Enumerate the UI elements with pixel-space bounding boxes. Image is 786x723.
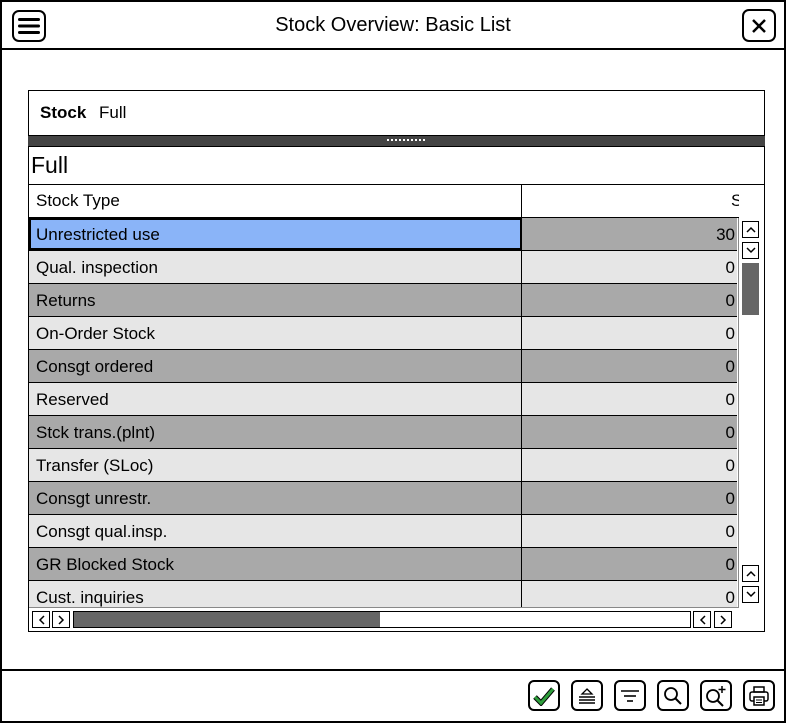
splitter-grip-icon — [387, 139, 425, 143]
table-row[interactable]: GR Blocked Stock 0 — [29, 548, 737, 581]
horizontal-scroll-track[interactable] — [73, 611, 691, 628]
horizontal-scrollbar[interactable] — [29, 607, 739, 631]
column-header-quantity[interactable]: S — [523, 185, 739, 217]
table-row[interactable]: Transfer (SLoc) 0 — [29, 449, 737, 482]
stock-overview-window: Stock Overview: Basic List Stock Full Fu… — [0, 0, 786, 723]
chevron-right-icon — [719, 614, 726, 625]
cell-stock-type[interactable]: Consgt unrestr. — [29, 482, 522, 514]
cell-stock-type[interactable]: On-Order Stock — [29, 317, 522, 349]
printer-icon — [749, 685, 769, 706]
divider — [2, 669, 784, 671]
cell-quantity[interactable]: 0 — [523, 449, 737, 481]
cell-quantity[interactable]: 0 — [523, 383, 737, 415]
stock-label: Stock — [40, 103, 87, 122]
table-row[interactable]: Reserved 0 — [29, 383, 737, 416]
cell-quantity[interactable]: 0 — [523, 350, 737, 382]
chevron-down-icon — [745, 591, 756, 598]
cell-quantity[interactable]: 30 — [523, 218, 737, 250]
search-icon — [664, 686, 682, 705]
expand-icon — [579, 687, 595, 704]
stock-value: Full — [99, 103, 127, 122]
page-left-button[interactable] — [693, 611, 711, 628]
table-body: Unrestricted use 30 Qual. inspection 0 Retur… — [29, 218, 737, 607]
cell-quantity[interactable]: 0 — [523, 317, 737, 349]
vertical-scrollbar[interactable] — [738, 218, 762, 607]
cell-stock-type[interactable]: Stck trans.(plnt) — [29, 416, 522, 448]
cell-quantity[interactable]: 0 — [523, 251, 737, 283]
print-button[interactable] — [743, 680, 775, 711]
search-plus-icon — [706, 685, 726, 707]
stock-table-panel: Full Stock Type S Unrestricted use30Qual… — [28, 146, 765, 632]
chevron-up-icon — [745, 570, 756, 577]
cell-quantity[interactable]: 0 — [523, 416, 737, 448]
table-row[interactable]: Returns 0 — [29, 284, 737, 317]
table-row[interactable]: Qual. inspection 0 — [29, 251, 737, 284]
checkmark-icon — [533, 686, 555, 706]
cell-quantity[interactable]: 0 — [523, 581, 737, 607]
cell-stock-type[interactable]: Cust. inquiries — [29, 581, 522, 607]
table-row[interactable]: Consgt unrestr. 0 — [29, 482, 737, 515]
cell-quantity[interactable]: 0 — [523, 284, 737, 316]
chevron-left-icon — [699, 614, 706, 625]
page-up-button[interactable] — [742, 565, 759, 582]
cell-stock-type[interactable]: Consgt qual.insp. — [29, 515, 522, 547]
chevron-up-icon — [745, 226, 756, 233]
find-next-button[interactable] — [700, 680, 732, 711]
cell-quantity[interactable]: 0 — [523, 515, 737, 547]
chevron-left-icon — [38, 614, 45, 625]
panel-splitter[interactable] — [28, 136, 765, 146]
expand-button[interactable] — [571, 680, 603, 711]
table-row[interactable]: On-Order Stock 0 — [29, 317, 737, 350]
cell-quantity[interactable]: 0 — [523, 548, 737, 580]
table-row[interactable]: Cust. inquiries 0 — [29, 581, 737, 607]
cell-stock-type[interactable]: Returns — [29, 284, 522, 316]
page-down-button[interactable] — [742, 586, 759, 603]
scroll-right-button[interactable] — [52, 611, 70, 628]
table-row[interactable]: Unrestricted use 30 — [29, 218, 737, 251]
scroll-left-button[interactable] — [32, 611, 50, 628]
window-title: Stock Overview: Basic List — [275, 14, 511, 36]
panel-title: Full — [31, 152, 69, 178]
chevron-right-icon — [57, 614, 64, 625]
table-row[interactable]: Consgt qual.insp. 0 — [29, 515, 737, 548]
cell-quantity[interactable]: 0 — [523, 482, 737, 514]
table-row[interactable]: Stck trans.(plnt) 0 — [29, 416, 737, 449]
cell-stock-type[interactable]: Transfer (SLoc) — [29, 449, 522, 481]
page-right-button[interactable] — [714, 611, 732, 628]
scroll-down-button[interactable] — [742, 242, 759, 259]
filter-button[interactable] — [614, 680, 646, 711]
scroll-up-button[interactable] — [742, 221, 759, 238]
filter-icon — [621, 689, 639, 702]
cell-stock-type[interactable]: Reserved — [29, 383, 522, 415]
column-header-stock-type[interactable]: Stock Type — [29, 185, 522, 217]
vertical-scroll-thumb[interactable] — [742, 263, 759, 315]
stock-info-box: Stock Full — [28, 90, 765, 136]
table-row[interactable]: Consgt ordered 0 — [29, 350, 737, 383]
close-x-icon — [752, 18, 766, 33]
title-bar: Stock Overview: Basic List — [2, 2, 784, 50]
confirm-button[interactable] — [528, 680, 560, 711]
chevron-down-icon — [745, 247, 756, 254]
horizontal-scroll-thumb[interactable] — [74, 612, 380, 627]
close-button[interactable] — [742, 9, 776, 42]
find-button[interactable] — [657, 680, 689, 711]
cell-stock-type[interactable]: Qual. inspection — [29, 251, 522, 283]
column-header-quantity-label: S — [731, 191, 739, 211]
cell-stock-type[interactable]: Consgt ordered — [29, 350, 522, 382]
cell-stock-type[interactable]: GR Blocked Stock — [29, 548, 522, 580]
cell-stock-type[interactable]: Unrestricted use — [29, 218, 522, 250]
